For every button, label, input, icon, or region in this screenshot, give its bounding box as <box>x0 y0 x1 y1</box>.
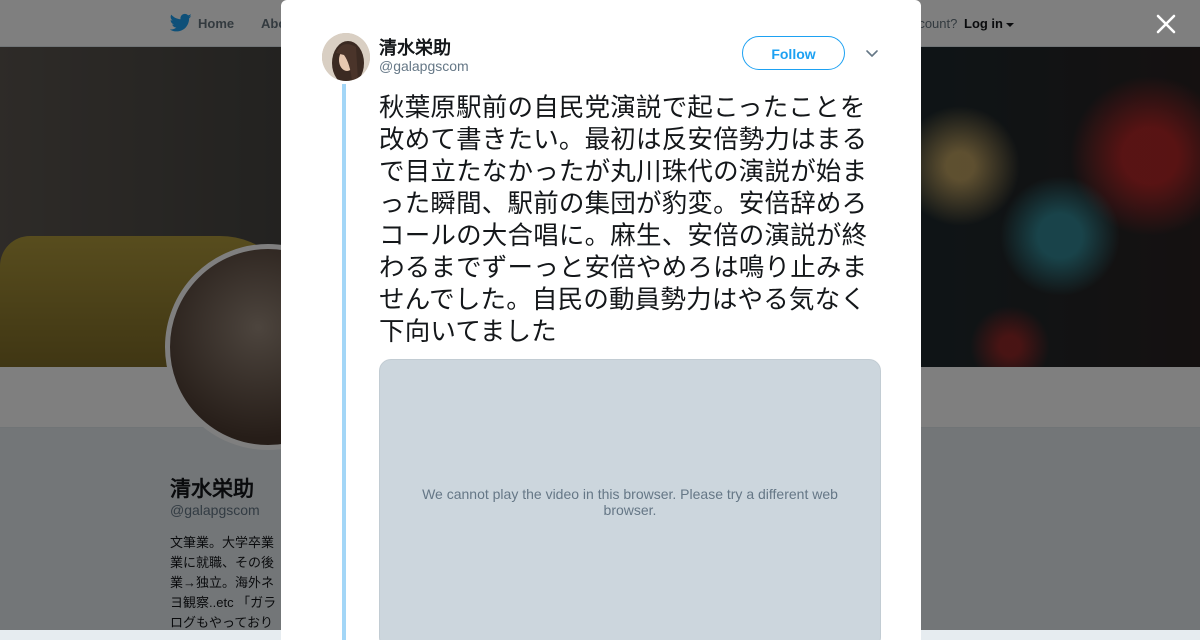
tweet-author-name[interactable]: 清水栄助 <box>379 34 451 60</box>
tweet-text: 秋葉原駅前の自民党演説で起こったことを改めて書きたい。最初は反安倍勢力はまるで目… <box>379 93 868 347</box>
tweet-modal: 清水栄助 @galapgscom Follow 秋葉原駅前の自民党演説で起こった… <box>281 0 921 640</box>
video-error-message: We cannot play the video in this browser… <box>422 486 838 518</box>
chevron-down-icon[interactable] <box>865 48 879 60</box>
avatar-photo <box>322 33 370 81</box>
thread-line <box>342 84 346 640</box>
tweet-author-handle[interactable]: @galapgscom <box>379 58 469 74</box>
follow-button[interactable]: Follow <box>742 36 845 70</box>
video-player[interactable]: We cannot play the video in this browser… <box>379 359 881 640</box>
close-icon[interactable] <box>1152 10 1180 38</box>
tweet-author-avatar[interactable] <box>322 33 370 81</box>
